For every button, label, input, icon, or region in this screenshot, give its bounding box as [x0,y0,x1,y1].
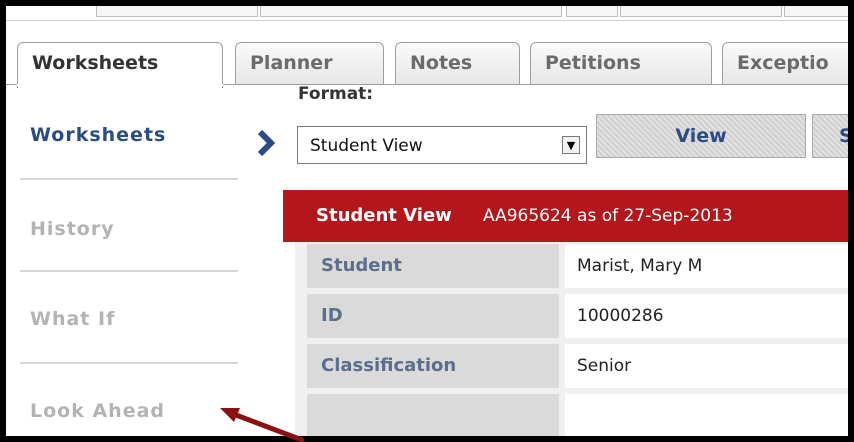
tab-notes[interactable]: Notes [395,42,520,84]
nav-divider [20,270,238,272]
info-label: Student [307,244,559,288]
info-value: Senior [565,344,848,388]
header-subtitle: AA965624 as of 27-Sep-2013 [483,206,733,226]
dropdown-arrow-icon[interactable]: ▼ [562,136,580,154]
secondary-button[interactable]: S [812,114,848,158]
sidebar-item-label: What If [30,308,116,330]
nav-divider [20,178,238,180]
format-select[interactable]: Student View ▼ [297,126,587,164]
info-row: Classification Senior [295,344,848,388]
info-label: ID [307,294,559,338]
tab-petitions[interactable]: Petitions [530,42,712,84]
header-title: Student View [316,205,452,226]
sidebar-item-history[interactable]: History [6,218,264,248]
info-label: Classification [307,344,559,388]
tab-planner[interactable]: Planner [235,42,384,84]
red-pointer-arrow-icon [220,408,304,442]
tab-exceptions[interactable]: Exceptio [722,42,848,84]
nav-divider [20,362,238,364]
format-selected-value: Student View [310,136,423,156]
sidebar-item-label: History [30,218,115,240]
view-button[interactable]: View [596,114,806,158]
chevron-right-icon [257,129,276,157]
sidebar-item-label: Look Ahead [30,400,166,422]
info-row: Student Marist, Mary M [295,244,848,288]
app-frame: Worksheets Planner Notes Petitions Excep… [6,6,848,436]
info-row: ID 10000286 [295,294,848,338]
info-row [295,394,848,436]
student-view-header: Student View AA965624 as of 27-Sep-2013 [283,190,848,242]
top-toolbar-strip [6,6,848,21]
sidebar-item-worksheets[interactable]: Worksheets [6,124,264,164]
format-label: Format: [298,84,374,104]
sidebar-item-what-if[interactable]: What If [6,308,264,338]
sidebar-item-label: Worksheets [30,124,167,146]
info-value: Marist, Mary M [565,244,848,288]
info-value: 10000286 [565,294,848,338]
tab-worksheets[interactable]: Worksheets [17,42,223,88]
